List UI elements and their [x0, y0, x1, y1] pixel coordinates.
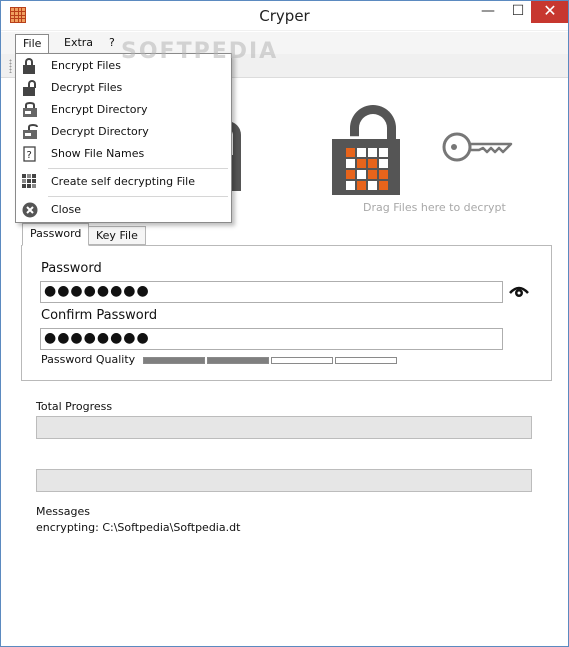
lock-icon [22, 58, 38, 74]
menu-item-close[interactable]: Close [16, 199, 231, 221]
unlock-icon [22, 80, 38, 96]
grid-icon [22, 174, 38, 190]
total-progress-label: Total Progress [36, 400, 113, 413]
menu-item-decrypt-files[interactable]: Decrypt Files [16, 77, 231, 99]
close-circle-icon [22, 202, 38, 218]
password-field[interactable]: ●●●●●●●● [40, 281, 503, 303]
message-text: encrypting: C:\Softpedia\Softpedia.dt [36, 521, 241, 534]
menu-item-encrypt-files[interactable]: Encrypt Files [16, 55, 231, 77]
menu-item-show-file-names[interactable]: ? Show File Names [16, 143, 231, 165]
maximize-button[interactable]: ☐ [504, 1, 532, 23]
title-bar[interactable]: Cryper — ☐ ✕ [1, 1, 568, 31]
menu-item-encrypt-directory[interactable]: Encrypt Directory [16, 99, 231, 121]
menu-help[interactable]: ? [102, 34, 122, 53]
lock-folder-icon [22, 101, 38, 118]
menu-item-label: Create self decrypting File [51, 175, 196, 188]
quality-segment [143, 357, 205, 364]
menu-item-label: Encrypt Files [51, 59, 121, 72]
password-quality-label: Password Quality [41, 353, 136, 366]
confirm-password-field[interactable]: ●●●●●●●● [40, 328, 503, 350]
question-file-icon: ? [22, 146, 38, 162]
quality-segment [207, 357, 269, 364]
menu-separator [48, 196, 228, 197]
menu-item-decrypt-directory[interactable]: Decrypt Directory [16, 121, 231, 143]
unlock-folder-icon [22, 123, 38, 140]
messages-label: Messages [36, 505, 90, 518]
file-dropdown-menu: Encrypt Files Decrypt Files Encrypt Dire… [15, 53, 232, 223]
quality-segment [335, 357, 397, 364]
menu-file[interactable]: File [15, 34, 50, 53]
decrypt-lock-icon[interactable] [332, 105, 404, 195]
quality-segment [271, 357, 333, 364]
menu-item-label: Show File Names [51, 147, 145, 160]
show-password-eye-icon[interactable] [509, 285, 529, 299]
menu-bar: File Extra ? [1, 32, 568, 54]
confirm-password-label: Confirm Password [41, 308, 158, 323]
svg-text:?: ? [27, 150, 32, 161]
menu-item-label: Encrypt Directory [51, 103, 148, 116]
minimize-button[interactable]: — [474, 1, 502, 23]
menu-item-label: Decrypt Directory [51, 125, 149, 138]
total-progress-bar [36, 416, 532, 439]
app-window: Cryper — ☐ ✕ File Extra ? SOFTPEDIA Drag… [0, 0, 569, 647]
toolbar-grip[interactable] [9, 59, 12, 73]
tab-key-file[interactable]: Key File [88, 226, 146, 245]
menu-extra[interactable]: Extra [57, 34, 100, 53]
tab-password[interactable]: Password [22, 223, 90, 246]
menu-item-label: Close [51, 203, 81, 216]
key-icon[interactable] [441, 125, 513, 169]
menu-item-label: Decrypt Files [51, 81, 123, 94]
menu-separator [48, 168, 228, 169]
close-button[interactable]: ✕ [531, 1, 568, 23]
file-progress-bar [36, 469, 532, 492]
password-label: Password [41, 261, 102, 276]
drag-hint: Drag Files here to decrypt [363, 201, 506, 214]
menu-item-create-self-decrypting-file[interactable]: Create self decrypting File [16, 171, 231, 193]
